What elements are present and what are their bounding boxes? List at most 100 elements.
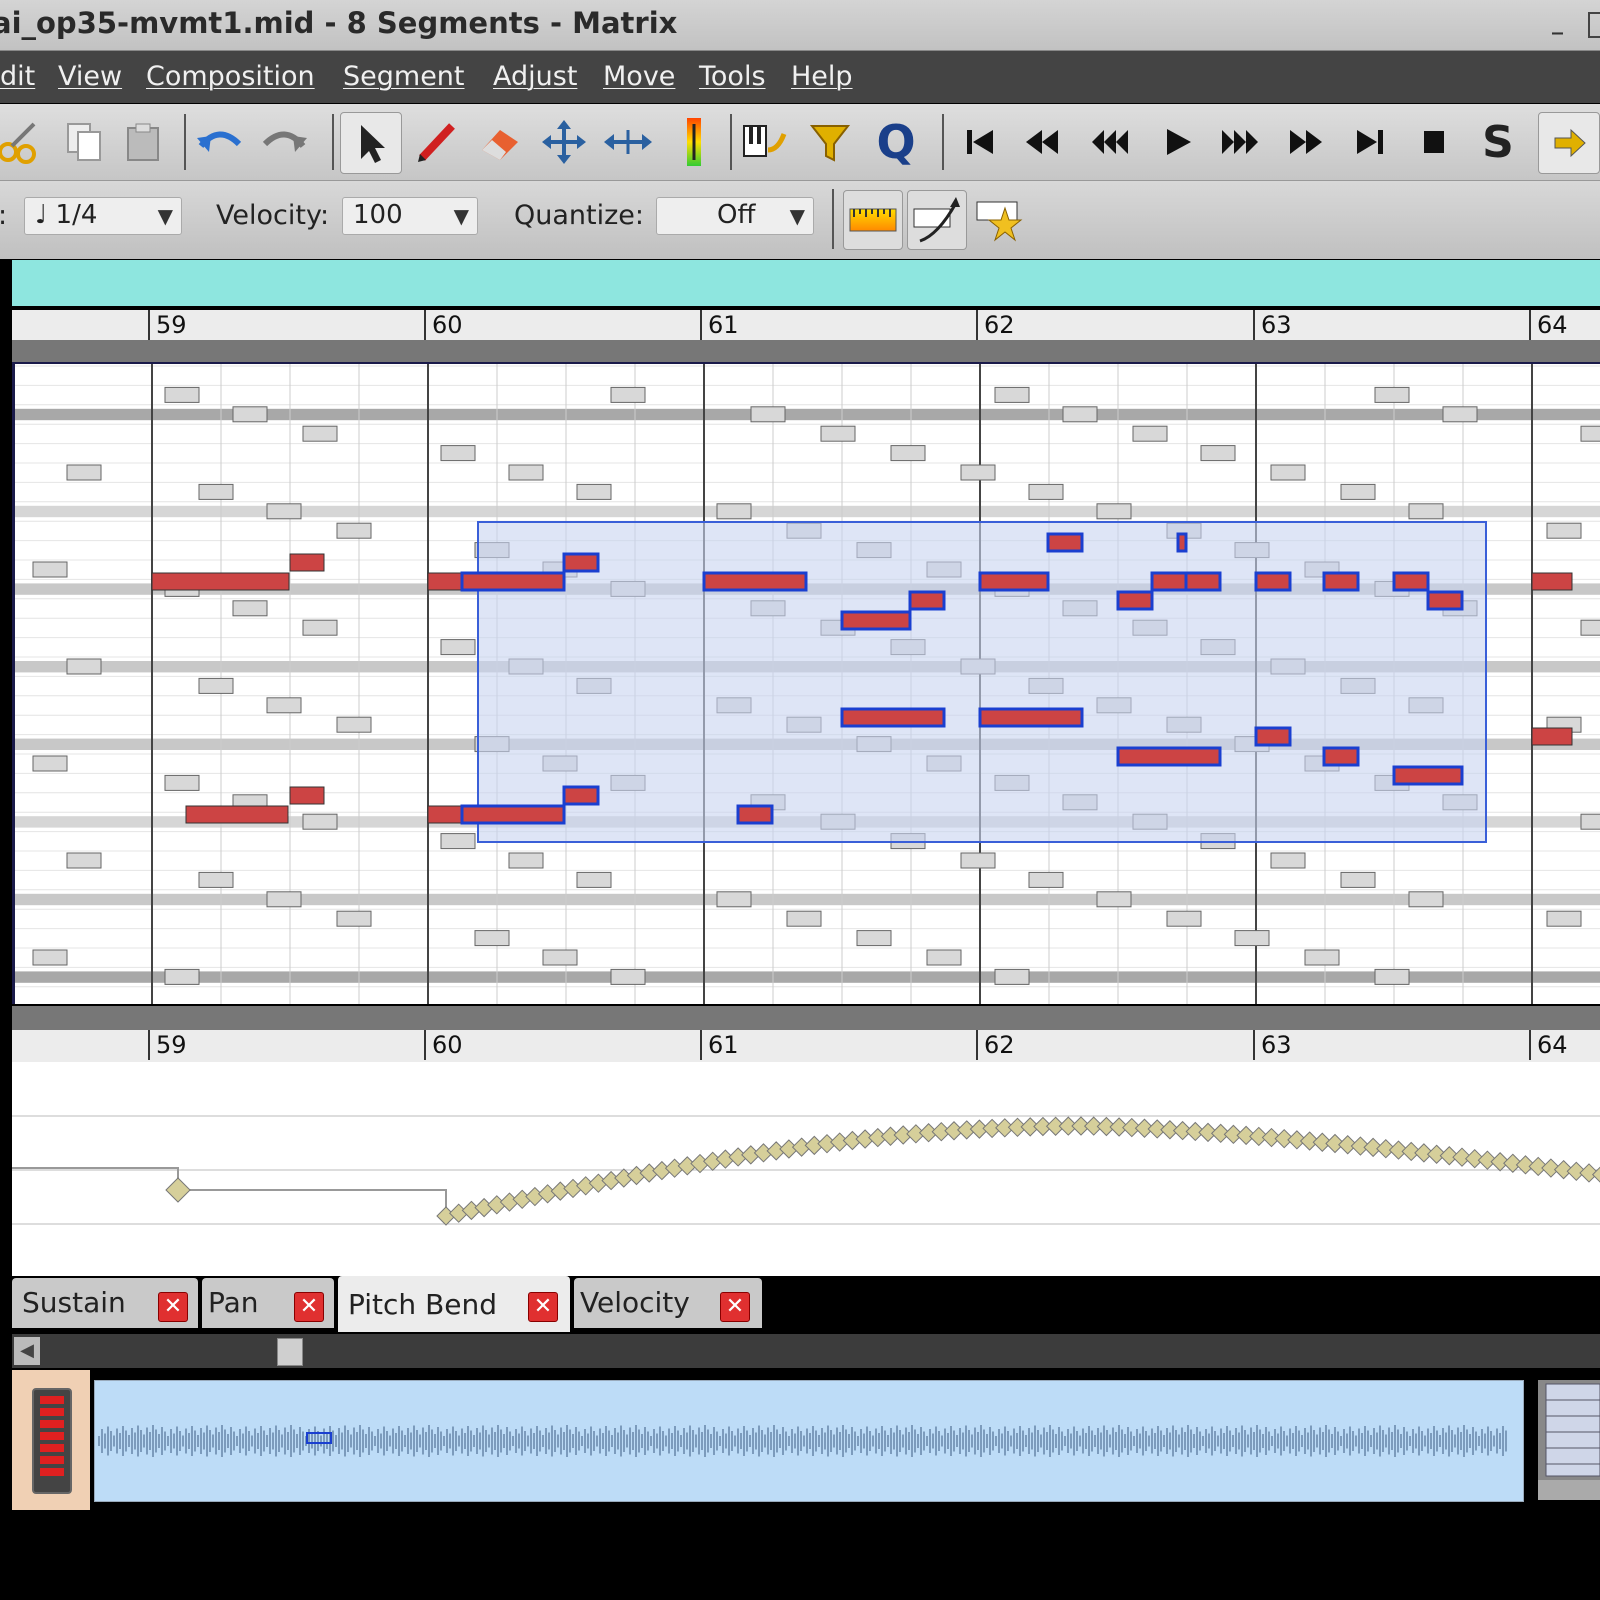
close-icon[interactable]: ✕ [158, 1292, 188, 1322]
paste-icon[interactable] [114, 112, 174, 172]
marker-icon[interactable] [971, 190, 1031, 250]
pitch-row [15, 971, 1600, 983]
move-tool-icon[interactable] [534, 112, 594, 172]
menu-composition[interactable]: Composition [146, 61, 315, 92]
pitch-row [15, 370, 1600, 382]
note [508, 464, 544, 481]
tab-label: Sustain [22, 1286, 126, 1319]
select-tool-icon[interactable] [340, 112, 402, 174]
minimize-button[interactable]: _ [1552, 10, 1574, 36]
main-toolbar: Q S [0, 104, 1600, 181]
note [926, 949, 962, 966]
tab-sustain[interactable]: Sustain ✕ [12, 1278, 198, 1328]
note [336, 522, 372, 539]
note [994, 968, 1030, 985]
step-recording-icon[interactable] [736, 112, 796, 172]
velocity-tool-icon[interactable] [664, 112, 724, 172]
fast-forward-icon[interactable] [1210, 112, 1270, 172]
selected-note [1254, 571, 1292, 592]
beat-ruler-bottom [12, 1006, 1600, 1030]
note [1580, 813, 1600, 830]
segment-timeline[interactable] [12, 260, 1600, 308]
bar-ruler-bottom[interactable]: 59 60 61 62 63 64 [12, 1030, 1600, 1062]
note [198, 871, 234, 888]
quantize-icon[interactable]: Q [866, 112, 926, 172]
undo-icon[interactable] [190, 112, 250, 172]
scrollbar-thumb[interactable] [277, 1338, 303, 1366]
note [1580, 425, 1600, 442]
fast-rewind-icon[interactable] [1080, 112, 1140, 172]
note [1234, 930, 1270, 947]
velocity-select[interactable]: 100 ▼ [342, 197, 478, 235]
selected-note [1531, 727, 1573, 746]
tempo-icon[interactable] [907, 190, 967, 250]
menu-move[interactable]: Move [603, 61, 675, 92]
secondary-toolbar: : ♩ 1/4 ▼ Velocity: 100 ▼ Quantize: Off ▼ [0, 181, 1600, 259]
bar-tick [1529, 1030, 1531, 1060]
copy-icon[interactable] [54, 112, 114, 172]
close-icon[interactable]: ✕ [294, 1292, 324, 1322]
piano-keys-icon[interactable] [1532, 1380, 1600, 1500]
tab-pitch-bend[interactable]: Pitch Bend ✕ [338, 1276, 570, 1332]
selected-note [185, 805, 289, 824]
next-icon[interactable] [1538, 112, 1600, 174]
pitch-bend-line [12, 1167, 447, 1216]
menu-edit[interactable]: dit [0, 61, 35, 92]
resize-tool-icon[interactable] [598, 112, 658, 172]
note-matrix[interactable] [12, 362, 1600, 1004]
draw-tool-icon[interactable] [406, 112, 466, 172]
scroll-left-icon[interactable]: ◀ [14, 1337, 40, 1365]
note [474, 930, 510, 947]
horizontal-scrollbar[interactable] [12, 1334, 1600, 1368]
forward-icon[interactable] [1276, 112, 1336, 172]
menu-adjust[interactable]: Adjust [493, 61, 577, 92]
pitch-row [15, 447, 1600, 459]
filter-icon[interactable] [800, 112, 860, 172]
toolbar-separator [942, 114, 944, 170]
note [266, 891, 302, 908]
note [1096, 503, 1132, 520]
note [266, 697, 302, 714]
menu-help[interactable]: Help [791, 61, 853, 92]
bar-ruler-top[interactable]: 59 60 61 62 63 64 [12, 310, 1600, 340]
solo-icon[interactable]: S [1468, 112, 1528, 172]
pitch-bend-ruler[interactable] [12, 1062, 1600, 1276]
close-icon[interactable]: ✕ [720, 1292, 750, 1322]
toolbar-separator [332, 114, 334, 170]
note-duration-select[interactable]: ♩ 1/4 ▼ [24, 197, 182, 235]
note [856, 930, 892, 947]
close-icon[interactable]: ✕ [528, 1292, 558, 1322]
maximize-button[interactable] [1588, 12, 1600, 38]
erase-tool-icon[interactable] [470, 112, 530, 172]
note [66, 464, 102, 481]
cut-icon[interactable] [0, 112, 48, 172]
segment-overview[interactable] [94, 1380, 1524, 1502]
meter-icon [32, 1388, 72, 1494]
note [542, 949, 578, 966]
bar-tick [700, 310, 702, 340]
stop-icon[interactable] [1404, 112, 1464, 172]
note [1442, 406, 1478, 423]
play-icon[interactable] [1148, 112, 1208, 172]
redo-icon[interactable] [254, 112, 314, 172]
note [336, 716, 372, 733]
selected-note [460, 571, 566, 592]
menu-tools[interactable]: Tools [699, 61, 766, 92]
selected-note [151, 572, 290, 591]
selected-note [1322, 571, 1360, 592]
tab-velocity[interactable]: Velocity ✕ [574, 1278, 762, 1328]
tab-pan[interactable]: Pan ✕ [202, 1278, 334, 1328]
forward-to-end-icon[interactable] [1340, 112, 1400, 172]
rewind-to-start-icon[interactable] [950, 112, 1010, 172]
pitch-bend-point [165, 1177, 191, 1203]
rewind-icon[interactable] [1012, 112, 1072, 172]
quantize-select[interactable]: Off ▼ [656, 197, 814, 235]
ruler-icon[interactable] [843, 190, 903, 250]
overview-notes [98, 1425, 1507, 1457]
tab-label: Pitch Bend [348, 1288, 498, 1321]
menu-segment[interactable]: Segment [343, 61, 465, 92]
chevron-down-icon: ▼ [789, 204, 805, 228]
menu-view[interactable]: View [58, 61, 122, 92]
note [1546, 522, 1582, 539]
selected-note [840, 707, 946, 728]
